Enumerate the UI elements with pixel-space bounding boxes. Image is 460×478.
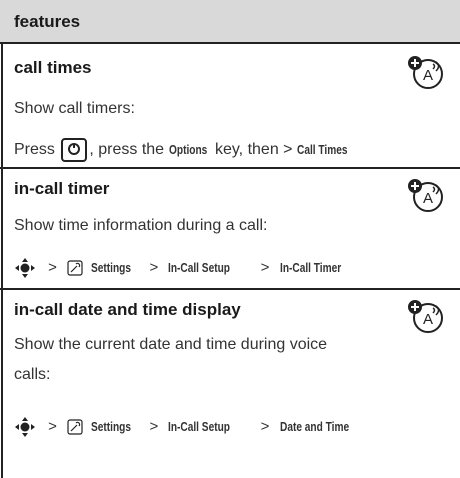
table-header: features bbox=[0, 0, 460, 44]
feature-call-times: call times A Show call timers: Press , p… bbox=[0, 46, 460, 167]
path-separator: > bbox=[260, 417, 270, 435]
options-key-label: Options bbox=[168, 142, 207, 158]
path-separator: > bbox=[48, 417, 57, 435]
feature-title: call times bbox=[14, 58, 92, 77]
press-suffix-text: key, then > bbox=[214, 141, 293, 159]
feature-description: Show the current date and time during vo… bbox=[14, 336, 328, 383]
network-feature-icon: A bbox=[408, 179, 443, 212]
feature-in-call-timer: in-call timer A Show time information du… bbox=[0, 167, 460, 288]
header-title: features bbox=[14, 12, 81, 31]
nav-key-icon bbox=[15, 417, 35, 437]
feature-description: Show call timers: bbox=[14, 100, 135, 117]
svg-text:A: A bbox=[423, 311, 433, 328]
path-separator: > bbox=[48, 258, 57, 276]
feature-description: Show time information during a call: bbox=[14, 217, 268, 234]
menu-path: > Settings > In-Call Setup > In-Call Tim… bbox=[14, 257, 364, 279]
press-label: Press bbox=[14, 141, 55, 159]
path-step: In-Call Timer bbox=[279, 259, 341, 275]
path-step: Date and Time bbox=[279, 418, 349, 434]
nav-key-icon bbox=[15, 258, 35, 278]
press-mid-text: , press the bbox=[89, 141, 165, 159]
manual-page: features call times A Show call timers: … bbox=[0, 0, 460, 478]
svg-text:A: A bbox=[423, 190, 433, 207]
settings-icon bbox=[67, 419, 83, 435]
feature-title: in-call date and time display bbox=[14, 300, 241, 319]
network-feature-icon: A bbox=[408, 300, 443, 333]
feature-in-call-date-time: in-call date and time display A Show the… bbox=[0, 288, 460, 478]
path-separator: > bbox=[260, 258, 270, 276]
path-step: Settings bbox=[91, 418, 132, 434]
menu-path: > Settings > In-Call Setup > Date and Ti… bbox=[14, 416, 370, 438]
section-divider bbox=[0, 167, 460, 169]
svg-text:A: A bbox=[423, 67, 433, 84]
path-step: In-Call Setup bbox=[168, 418, 231, 434]
settings-icon bbox=[67, 260, 83, 276]
path-step: In-Call Setup bbox=[168, 259, 231, 275]
section-divider bbox=[0, 288, 460, 290]
feature-title: in-call timer bbox=[14, 179, 110, 198]
menu-key-icon bbox=[61, 138, 88, 162]
call-times-command: Call Times bbox=[296, 142, 348, 158]
feature-instructions: Press , press the Options key, then > Ca… bbox=[14, 138, 365, 162]
path-separator: > bbox=[149, 417, 159, 435]
path-separator: > bbox=[149, 258, 159, 276]
path-step: Settings bbox=[91, 259, 132, 275]
network-feature-icon: A bbox=[408, 56, 443, 89]
